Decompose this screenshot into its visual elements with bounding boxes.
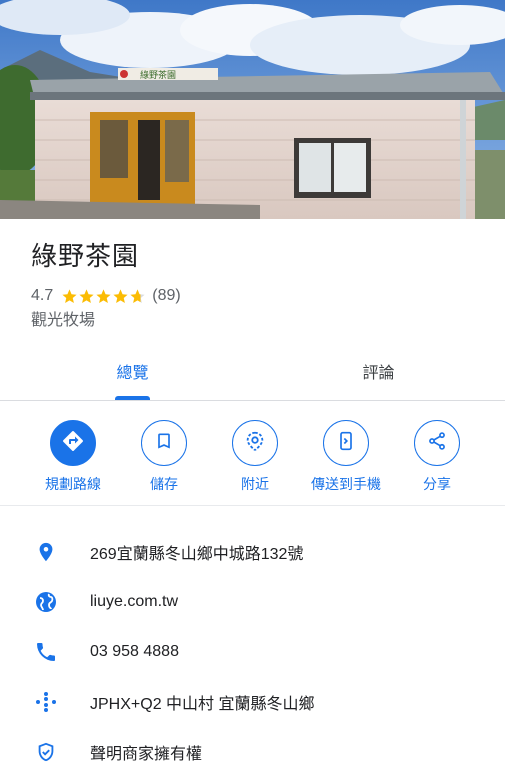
- detail-address[interactable]: 269宜蘭縣冬山鄉中城路132號: [0, 527, 505, 577]
- detail-plus-code[interactable]: JPHX+Q2 中山村 宜蘭縣冬山鄉: [0, 677, 505, 727]
- detail-claim-business[interactable]: 聲明商家擁有權: [0, 727, 505, 777]
- tab-selected-indicator: [115, 396, 150, 400]
- location-pin-icon: [32, 540, 60, 564]
- send-to-phone-icon: [336, 431, 356, 456]
- star-icon: [79, 288, 94, 303]
- rating-row[interactable]: 4.7 (89): [31, 286, 181, 306]
- plus-code-icon: [32, 690, 60, 714]
- detail-website[interactable]: liuye.com.tw: [0, 577, 505, 627]
- star-icon: [130, 288, 145, 303]
- tab-reviews[interactable]: 評論: [252, 342, 505, 400]
- share-icon: [427, 431, 447, 456]
- nearby-label: 附近: [241, 476, 269, 492]
- tab-overview[interactable]: 總覽: [0, 342, 265, 400]
- nearby-icon: [244, 430, 266, 457]
- place-category[interactable]: 觀光牧場: [31, 310, 181, 332]
- address-text: 269宜蘭縣冬山鄉中城路132號: [90, 546, 304, 563]
- send-to-phone-label: 傳送到手機: [311, 476, 381, 492]
- share-button[interactable]: 分享: [387, 420, 487, 494]
- directions-icon: [61, 429, 85, 458]
- review-count[interactable]: (89): [152, 287, 180, 305]
- detail-phone[interactable]: 03 958 4888: [0, 627, 505, 677]
- star-icon: [96, 288, 111, 303]
- plus-code-text: JPHX+Q2 中山村 宜蘭縣冬山鄉: [90, 696, 315, 713]
- star-rating: [61, 288, 146, 305]
- directions-label: 規劃路線: [45, 476, 101, 492]
- place-name: 綠野茶園: [31, 241, 140, 271]
- tab-bar: 總覽 評論: [0, 342, 505, 401]
- claim-business-text: 聲明商家擁有權: [90, 746, 203, 763]
- nearby-button[interactable]: 附近: [205, 420, 305, 494]
- website-text: liuye.com.tw: [90, 593, 179, 610]
- star-icon: [113, 288, 128, 303]
- action-bar: 規劃路線 儲存 附近 傳送到手機 分享: [0, 420, 505, 506]
- building-sign: 綠野茶園: [140, 69, 176, 81]
- share-label: 分享: [423, 476, 451, 492]
- phone-text: 03 958 4888: [90, 643, 179, 660]
- bookmark-icon: [154, 431, 174, 456]
- star-icon: [62, 288, 77, 303]
- directions-button[interactable]: 規劃路線: [23, 420, 123, 494]
- rating-value: 4.7: [31, 287, 54, 304]
- place-details: 269宜蘭縣冬山鄉中城路132號 liuye.com.tw 03 958 488…: [0, 527, 505, 777]
- globe-icon: [32, 590, 60, 614]
- phone-icon: [32, 640, 60, 664]
- save-button[interactable]: 儲存: [114, 420, 214, 494]
- shield-check-icon: [32, 740, 60, 764]
- save-label: 儲存: [150, 476, 178, 492]
- place-photo[interactable]: 綠野茶園: [0, 0, 505, 219]
- send-to-phone-button[interactable]: 傳送到手機: [296, 420, 396, 494]
